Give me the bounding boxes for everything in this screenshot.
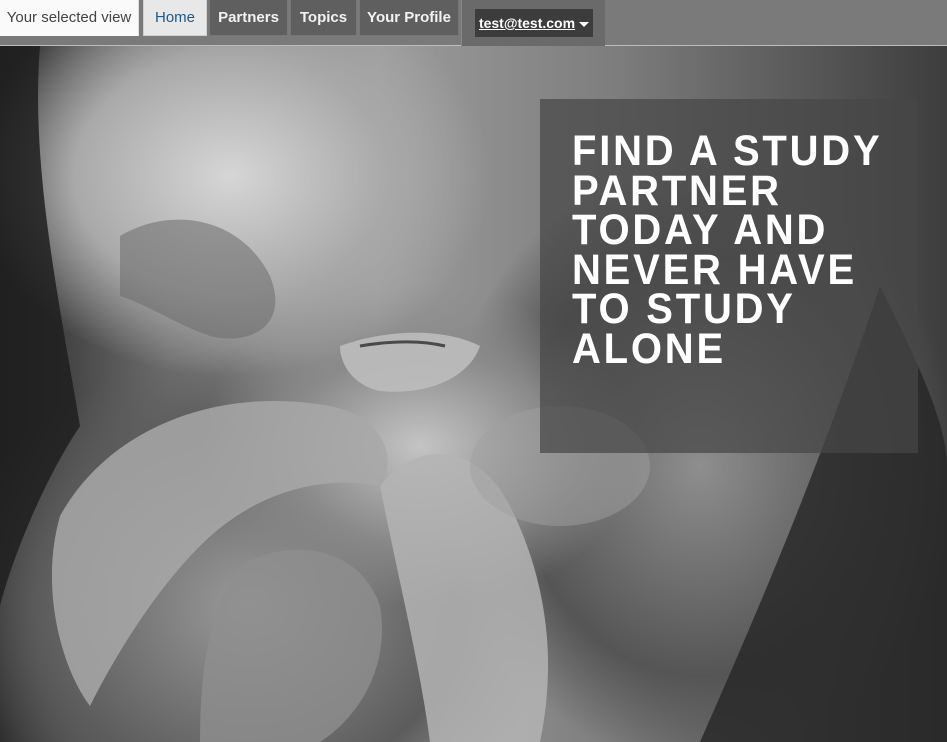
tab-your-profile[interactable]: Your Profile — [359, 0, 459, 36]
top-navigation-bar: Your selected view Home Partners Topics … — [0, 0, 947, 46]
tab-home[interactable]: Home — [143, 0, 207, 36]
selected-view-label: Your selected view — [0, 0, 139, 36]
headline-panel: FIND A STUDY PARTNER TODAY AND NEVER HAV… — [540, 99, 918, 453]
tab-topics[interactable]: Topics — [290, 0, 357, 36]
account-dropdown-button[interactable]: test@test.com — [475, 9, 593, 37]
hero-headline: FIND A STUDY PARTNER TODAY AND NEVER HAV… — [572, 127, 882, 373]
account-email: test@test.com — [478, 15, 576, 31]
caret-down-icon — [579, 21, 590, 27]
account-menu-container: test@test.com — [461, 0, 605, 46]
tab-partners[interactable]: Partners — [209, 0, 288, 36]
